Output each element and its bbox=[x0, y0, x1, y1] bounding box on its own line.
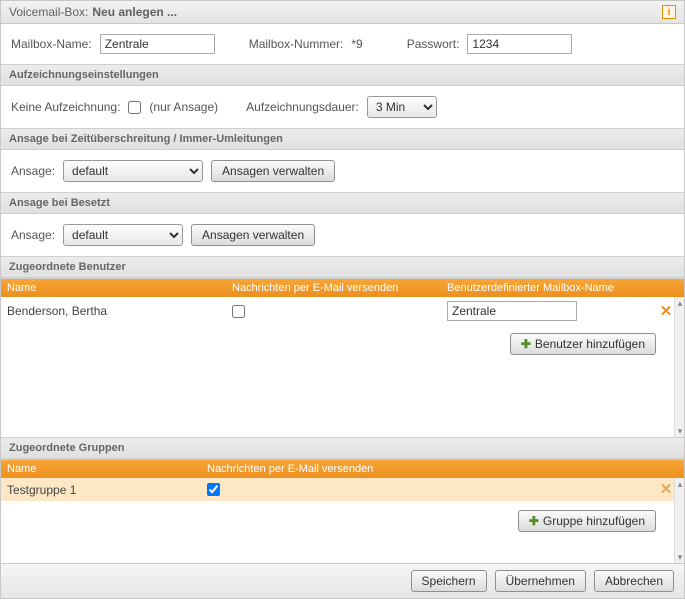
users-body: Benderson, Bertha ✕ ▴ ▾ ✚Benutzer hinzuf… bbox=[1, 297, 684, 437]
scroll-down-icon[interactable]: ▾ bbox=[675, 425, 685, 437]
add-user-button[interactable]: ✚Benutzer hinzufügen bbox=[510, 333, 656, 355]
ansage-timeout-select[interactable]: default bbox=[63, 160, 203, 182]
groups-table: Name Nachrichten per E-Mail versenden Te… bbox=[1, 459, 684, 563]
password-label: Passwort: bbox=[407, 37, 460, 51]
mailbox-name-label: Mailbox-Name: bbox=[11, 37, 92, 51]
add-group-button[interactable]: ✚Gruppe hinzufügen bbox=[518, 510, 656, 532]
no-recording-hint: (nur Ansage) bbox=[149, 100, 218, 114]
ansage-timeout-manage-button[interactable]: Ansagen verwalten bbox=[211, 160, 335, 182]
ansage-timeout-row: Ansage: default Ansagen verwalten bbox=[1, 150, 684, 192]
ansage-busy-select[interactable]: default bbox=[63, 224, 183, 246]
plus-icon: ✚ bbox=[521, 337, 531, 351]
user-mail-checkbox[interactable] bbox=[232, 305, 245, 318]
users-scrollbar[interactable]: ▴ ▾ bbox=[674, 297, 684, 437]
groups-hdr-name: Name bbox=[7, 463, 207, 475]
user-name: Benderson, Bertha bbox=[7, 304, 232, 318]
mailbox-name-input[interactable] bbox=[100, 34, 215, 54]
mailbox-number-value: *9 bbox=[351, 37, 362, 51]
groups-body: Testgruppe 1 ✕ ▴ ▾ ✚Gruppe hinzufügen bbox=[1, 478, 684, 563]
recording-duration-label: Aufzeichnungsdauer: bbox=[246, 100, 359, 114]
ansage-timeout-label: Ansage: bbox=[11, 164, 55, 178]
no-recording-label: Keine Aufzeichnung: bbox=[11, 100, 120, 114]
section-recording: Aufzeichnungseinstellungen bbox=[1, 64, 684, 86]
scroll-up-icon[interactable]: ▴ bbox=[675, 478, 685, 490]
recording-duration-select[interactable]: 3 Min bbox=[367, 96, 437, 118]
groups-scrollbar[interactable]: ▴ ▾ bbox=[674, 478, 684, 563]
recording-row: Keine Aufzeichnung: (nur Ansage) Aufzeic… bbox=[1, 86, 684, 128]
cancel-button[interactable]: Abbrechen bbox=[594, 570, 674, 592]
ansage-busy-label: Ansage: bbox=[11, 228, 55, 242]
titlebar: Voicemail-Box: Neu anlegen ... i bbox=[1, 1, 684, 24]
save-button[interactable]: Speichern bbox=[411, 570, 487, 592]
delete-icon[interactable]: ✕ bbox=[660, 482, 673, 497]
users-header: Name Nachrichten per E-Mail versenden Be… bbox=[1, 279, 684, 297]
users-table: Name Nachrichten per E-Mail versenden Be… bbox=[1, 278, 684, 437]
apply-button[interactable]: Übernehmen bbox=[495, 570, 586, 592]
mailbox-number-label: Mailbox-Nummer: bbox=[249, 37, 344, 51]
ansage-busy-manage-button[interactable]: Ansagen verwalten bbox=[191, 224, 315, 246]
users-hdr-name: Name bbox=[7, 282, 232, 294]
group-mail-checkbox[interactable] bbox=[207, 483, 220, 496]
scroll-down-icon[interactable]: ▾ bbox=[675, 551, 685, 563]
section-ansage-timeout: Ansage bei Zeitüberschreitung / Immer-Um… bbox=[1, 128, 684, 150]
password-input[interactable] bbox=[467, 34, 572, 54]
no-recording-checkbox[interactable] bbox=[128, 101, 141, 114]
delete-icon[interactable]: ✕ bbox=[660, 304, 673, 319]
groups-hdr-mail: Nachrichten per E-Mail versenden bbox=[207, 463, 654, 475]
user-mailbox-name-input[interactable] bbox=[447, 301, 577, 321]
users-hdr-mail: Nachrichten per E-Mail versenden bbox=[232, 282, 447, 294]
section-ansage-busy: Ansage bei Besetzt bbox=[1, 192, 684, 214]
table-row: Benderson, Bertha ✕ bbox=[1, 297, 684, 325]
table-row: Testgruppe 1 ✕ bbox=[1, 478, 684, 501]
basic-row: Mailbox-Name: Mailbox-Nummer: *9 Passwor… bbox=[1, 24, 684, 64]
ansage-busy-row: Ansage: default Ansagen verwalten bbox=[1, 214, 684, 256]
group-name: Testgruppe 1 bbox=[7, 483, 207, 497]
users-hdr-mbx: Benutzerdefinierter Mailbox-Name bbox=[447, 282, 654, 294]
section-users: Zugeordnete Benutzer bbox=[1, 256, 684, 278]
groups-header: Name Nachrichten per E-Mail versenden bbox=[1, 460, 684, 478]
section-groups: Zugeordnete Gruppen bbox=[1, 437, 684, 459]
voicemail-dialog: Voicemail-Box: Neu anlegen ... i Mailbox… bbox=[0, 0, 685, 599]
info-icon[interactable]: i bbox=[662, 5, 676, 19]
plus-icon: ✚ bbox=[529, 514, 539, 528]
scroll-up-icon[interactable]: ▴ bbox=[675, 297, 685, 309]
dialog-footer: Speichern Übernehmen Abbrechen bbox=[1, 563, 684, 598]
title-name: Neu anlegen ... bbox=[92, 5, 177, 19]
title-prefix: Voicemail-Box: bbox=[9, 5, 88, 19]
